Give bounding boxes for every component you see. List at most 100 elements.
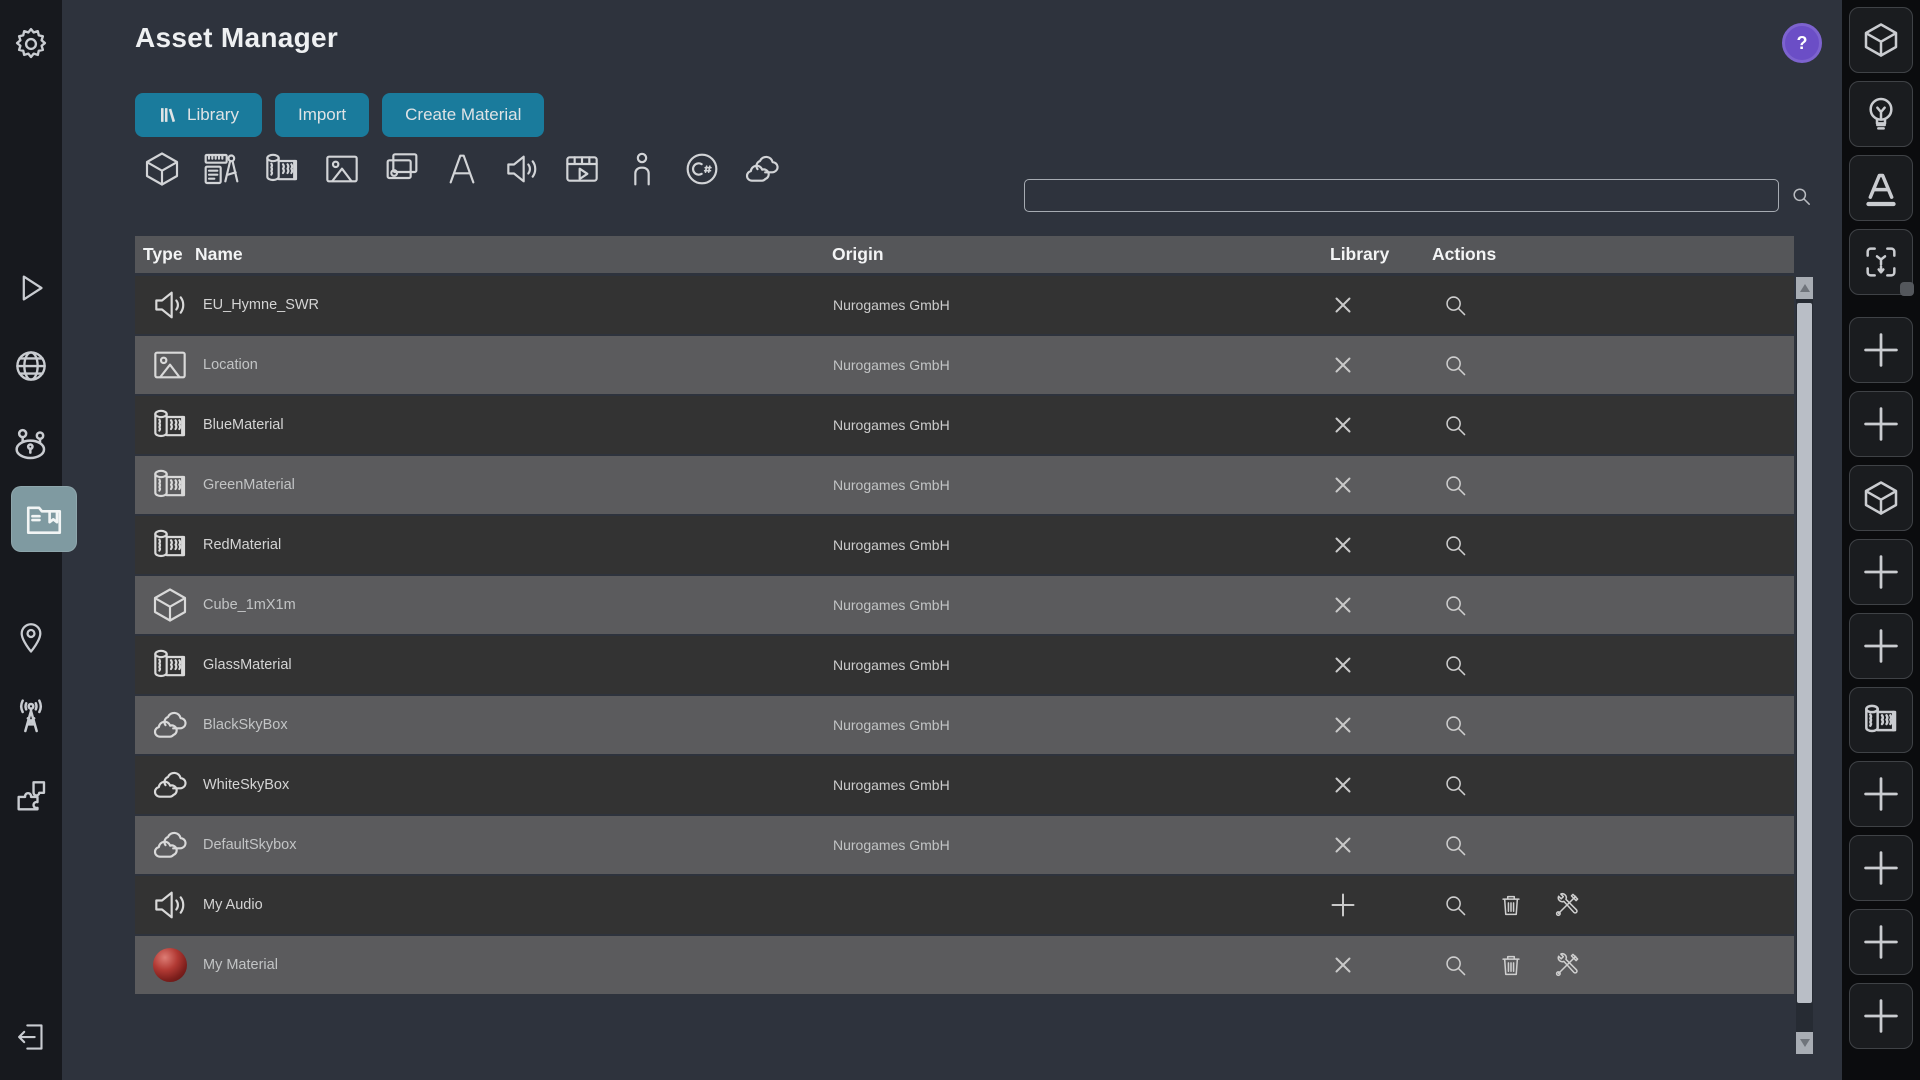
tool-add-button[interactable] — [1849, 983, 1913, 1049]
location-button[interactable] — [0, 620, 62, 656]
remove-from-library-button[interactable] — [1327, 636, 1359, 694]
filter-font-icon[interactable] — [440, 147, 484, 191]
session-locations-button[interactable] — [0, 424, 62, 464]
import-button[interactable]: Import — [275, 93, 369, 137]
table-row[interactable]: WhiteSkyBoxNurogames GmbH — [135, 756, 1794, 814]
search-input[interactable] — [1024, 179, 1779, 212]
remove-from-library-button[interactable] — [1327, 516, 1359, 574]
remove-from-library-button[interactable] — [1327, 336, 1359, 394]
table-row[interactable]: Cube_1mX1mNurogames GmbH — [135, 576, 1794, 634]
logout-button[interactable] — [0, 1020, 62, 1054]
table-row[interactable]: GreenMaterialNurogames GmbH — [135, 456, 1794, 514]
inspect-button[interactable] — [1441, 471, 1469, 499]
tool-add-button[interactable] — [1849, 909, 1913, 975]
right-toolbar — [1842, 0, 1920, 1080]
remove-from-library-button[interactable] — [1327, 756, 1359, 814]
filter-material-icon[interactable] — [260, 147, 304, 191]
inspect-button[interactable] — [1441, 351, 1469, 379]
material-icon — [150, 645, 190, 685]
remove-from-library-button[interactable] — [1327, 576, 1359, 634]
tool-add-button[interactable] — [1849, 539, 1913, 605]
remove-from-library-button[interactable] — [1327, 816, 1359, 874]
tool-model-button[interactable] — [1849, 7, 1913, 73]
network-button[interactable] — [0, 696, 62, 736]
asset-origin: Nurogames GmbH — [833, 456, 950, 514]
table-row[interactable]: BlueMaterialNurogames GmbH — [135, 396, 1794, 454]
inspect-button[interactable] — [1441, 291, 1469, 319]
filter-skybox-icon[interactable] — [740, 147, 784, 191]
filter-prefab-icon[interactable] — [200, 147, 244, 191]
edit-button[interactable] — [1553, 891, 1581, 919]
settings-button[interactable] — [0, 25, 62, 63]
globe-icon — [12, 347, 50, 385]
row-actions — [1441, 456, 1469, 514]
filter-image-sequence-icon[interactable] — [380, 147, 424, 191]
inspect-button[interactable] — [1441, 891, 1469, 919]
table-row[interactable]: LocationNurogames GmbH — [135, 336, 1794, 394]
tool-add-button[interactable] — [1849, 317, 1913, 383]
create-material-button[interactable]: Create Material — [382, 93, 544, 137]
tool-material-button[interactable] — [1849, 687, 1913, 753]
asset-name: WhiteSkyBox — [203, 756, 289, 814]
library-button[interactable]: Library — [135, 93, 262, 137]
tool-add-button[interactable] — [1849, 391, 1913, 457]
inspect-button[interactable] — [1441, 771, 1469, 799]
inspect-button[interactable] — [1441, 651, 1469, 679]
inspect-button[interactable] — [1441, 531, 1469, 559]
filter-audio-icon[interactable] — [500, 147, 544, 191]
row-actions — [1441, 336, 1469, 394]
scroll-up-button[interactable] — [1796, 277, 1813, 299]
inspect-button[interactable] — [1441, 951, 1469, 979]
inspect-button[interactable] — [1441, 831, 1469, 859]
remove-from-library-button[interactable] — [1327, 936, 1359, 994]
table-row[interactable]: DefaultSkyboxNurogames GmbH — [135, 816, 1794, 874]
filter-image-icon[interactable] — [320, 147, 364, 191]
remove-from-library-button[interactable] — [1327, 696, 1359, 754]
scrollbar-thumb[interactable] — [1797, 303, 1812, 1003]
filter-avatar-icon[interactable] — [620, 147, 664, 191]
row-actions — [1441, 636, 1469, 694]
plugins-button[interactable] — [0, 776, 62, 814]
help-button[interactable]: ? — [1782, 23, 1822, 63]
inspect-button[interactable] — [1441, 411, 1469, 439]
remove-from-library-button[interactable] — [1327, 456, 1359, 514]
filter-video-icon[interactable] — [560, 147, 604, 191]
asset-origin: Nurogames GmbH — [833, 696, 950, 754]
inspect-button[interactable] — [1441, 591, 1469, 619]
remove-from-library-button[interactable] — [1327, 276, 1359, 334]
inspect-button[interactable] — [1441, 711, 1469, 739]
scroll-down-button[interactable] — [1796, 1032, 1813, 1054]
search-icon[interactable] — [1789, 184, 1813, 208]
main-panel: Asset Manager ? Library Import Create Ma… — [62, 0, 1842, 1080]
tool-text-button[interactable] — [1849, 155, 1913, 221]
table-row[interactable]: GlassMaterialNurogames GmbH — [135, 636, 1794, 694]
gear-icon — [12, 25, 50, 63]
asset-name: My Audio — [203, 876, 263, 934]
add-to-library-button[interactable] — [1327, 876, 1359, 934]
table-row[interactable]: My Material — [135, 936, 1794, 994]
play-icon — [13, 270, 49, 306]
edit-button[interactable] — [1553, 951, 1581, 979]
tool-add-button[interactable] — [1849, 613, 1913, 679]
delete-button[interactable] — [1497, 891, 1525, 919]
material-icon — [150, 405, 190, 445]
play-button[interactable] — [0, 270, 62, 306]
world-button[interactable] — [0, 347, 62, 385]
tool-light-button[interactable] — [1849, 81, 1913, 147]
tool-add-button[interactable] — [1849, 835, 1913, 901]
tool-add-button[interactable] — [1849, 761, 1913, 827]
filter-model-icon[interactable] — [140, 147, 184, 191]
asset-manager-button-active[interactable] — [11, 486, 77, 552]
asset-origin: Nurogames GmbH — [833, 816, 950, 874]
tool-transform-button[interactable] — [1849, 229, 1913, 295]
table-header: Type Name Origin Library Actions — [135, 236, 1794, 273]
row-actions — [1441, 276, 1469, 334]
remove-from-library-button[interactable] — [1327, 396, 1359, 454]
delete-button[interactable] — [1497, 951, 1525, 979]
table-row[interactable]: BlackSkyBoxNurogames GmbH — [135, 696, 1794, 754]
tool-primitive-button[interactable] — [1849, 465, 1913, 531]
filter-script-icon[interactable] — [680, 147, 724, 191]
table-row[interactable]: My Audio — [135, 876, 1794, 934]
table-row[interactable]: RedMaterialNurogames GmbH — [135, 516, 1794, 574]
table-row[interactable]: EU_Hymne_SWRNurogames GmbH — [135, 276, 1794, 334]
